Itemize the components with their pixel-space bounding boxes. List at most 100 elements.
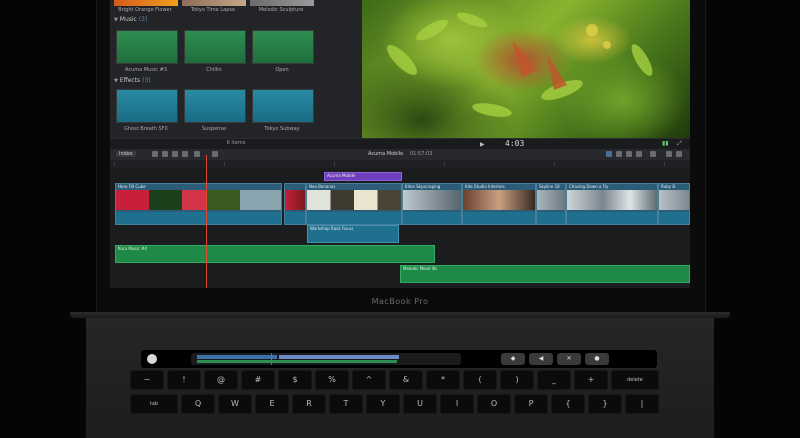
audio-track-1[interactable]: Kuru Music #4: [115, 245, 435, 263]
play-icon[interactable]: ▶: [480, 141, 485, 148]
clip-chasing[interactable]: Chasing Down a Fly: [566, 183, 658, 225]
top-thumb-2[interactable]: [182, 0, 246, 6]
music-label-2: Chillin: [206, 67, 222, 73]
key-num-12[interactable]: +: [574, 370, 608, 390]
connected-clip-label: Workshop Rack Focus: [310, 226, 354, 231]
clip-title: Neo Bananas: [309, 184, 336, 189]
key-num-8[interactable]: *: [426, 370, 460, 390]
touchbar-mute-icon[interactable]: ✕: [557, 353, 581, 365]
connected-title-clip[interactable]: Acuma Mobile: [324, 172, 402, 181]
section-music[interactable]: ▼ Music (3): [114, 16, 147, 23]
top-thumb-1[interactable]: [114, 0, 178, 6]
zoom-icon[interactable]: [650, 151, 656, 157]
clip-filmstrip: [463, 190, 535, 210]
clip-audio: [116, 212, 281, 224]
clip-hero[interactable]: Hero Fill Cube: [115, 183, 282, 225]
clip-short[interactable]: [284, 183, 306, 225]
section-effects-name: Effects: [119, 77, 141, 84]
touchbar-timeline-overview[interactable]: [191, 353, 461, 365]
disclosure-triangle-icon: ▼: [114, 17, 118, 23]
ruler-tick: |: [334, 161, 336, 166]
mini-playhead[interactable]: [271, 353, 272, 365]
key-alpha-4[interactable]: R: [292, 394, 326, 414]
select-tool-icon[interactable]: [212, 151, 218, 157]
key-num-2[interactable]: @: [204, 370, 238, 390]
music-thumb-2[interactable]: [184, 30, 246, 64]
insert-icon[interactable]: [172, 151, 178, 157]
clip-filmstrip: [307, 190, 401, 210]
key-num-7[interactable]: &: [389, 370, 423, 390]
key-alpha-10[interactable]: P: [514, 394, 548, 414]
key-alpha-1[interactable]: Q: [181, 394, 215, 414]
effects-thumb-2[interactable]: [184, 89, 246, 123]
index-button[interactable]: Index: [116, 151, 136, 157]
clip-filmstrip: [116, 190, 281, 210]
skimming-icon[interactable]: [606, 151, 612, 157]
touchbar-marker-icon[interactable]: ◆: [501, 353, 525, 365]
fullscreen-icon[interactable]: ⤢: [677, 140, 682, 148]
key-alpha-5[interactable]: T: [329, 394, 363, 414]
key-num-5[interactable]: %: [315, 370, 349, 390]
section-effects[interactable]: ▼ Effects (3): [114, 77, 151, 84]
music-thumb-3[interactable]: [252, 30, 314, 64]
key-alpha-9[interactable]: O: [477, 394, 511, 414]
ruler-tick: |: [664, 161, 666, 166]
video-viewer[interactable]: [362, 0, 690, 138]
touchbar-colorboard-icon[interactable]: ●: [585, 353, 609, 365]
audio-skimming-icon[interactable]: [616, 151, 622, 157]
clip-skyline[interactable]: Skyline 18: [536, 183, 566, 225]
solo-icon[interactable]: [626, 151, 632, 157]
key-num-9[interactable]: (: [463, 370, 497, 390]
key-num-13[interactable]: delete: [611, 370, 659, 390]
clip-title: Ruby B: [661, 184, 676, 189]
key-alpha-12[interactable]: }: [588, 394, 622, 414]
top-label-3: Melodic Sculpture: [258, 7, 304, 13]
effects-thumb-3[interactable]: [252, 89, 314, 123]
timeline-area[interactable]: Acuma Mobile Hero Fill Cube Neo Bananas …: [110, 168, 690, 288]
clip-title: Skyline 18: [539, 184, 560, 189]
timeline-ruler[interactable]: | | | | | |: [110, 160, 690, 168]
connected-clip-workshop[interactable]: Workshop Rack Focus: [307, 225, 399, 243]
audio-track-2[interactable]: Melodic Mood 4b: [400, 265, 690, 283]
key-alpha-13[interactable]: |: [625, 394, 659, 414]
key-num-3[interactable]: #: [241, 370, 275, 390]
clip-kite-studio[interactable]: Kite Studio Interiors: [462, 183, 536, 225]
key-alpha-2[interactable]: W: [218, 394, 252, 414]
key-num-11[interactable]: _: [537, 370, 571, 390]
clip-bananas[interactable]: Neo Bananas: [306, 183, 402, 225]
key-num-10[interactable]: ): [500, 370, 534, 390]
section-music-count: (3): [138, 16, 148, 23]
touchbar-close-icon[interactable]: [147, 354, 157, 364]
key-alpha-3[interactable]: E: [255, 394, 289, 414]
key-alpha-11[interactable]: {: [551, 394, 585, 414]
music-thumb-1[interactable]: [116, 30, 178, 64]
top-thumb-3[interactable]: [250, 0, 314, 6]
key-num-6[interactable]: ^: [352, 370, 386, 390]
clip-audio: [537, 212, 565, 224]
key-alpha-6[interactable]: Y: [366, 394, 400, 414]
connect-icon[interactable]: [162, 151, 168, 157]
touchbar-volume-icon[interactable]: ◀: [529, 353, 553, 365]
effects-browser-icon[interactable]: [666, 151, 672, 157]
append-icon[interactable]: [182, 151, 188, 157]
project-duration: 01:57:03: [410, 151, 433, 157]
playhead[interactable]: [206, 155, 207, 288]
clip-kites[interactable]: Kites Skyscraping: [402, 183, 462, 225]
section-effects-count: (3): [142, 77, 151, 84]
transitions-browser-icon[interactable]: [676, 151, 682, 157]
key-num-1[interactable]: !: [167, 370, 201, 390]
key-alpha-8[interactable]: I: [440, 394, 474, 414]
effects-label-1: Ghost Breath SFX: [124, 126, 168, 132]
key-num-4[interactable]: $: [278, 370, 312, 390]
clip-appearance-icon[interactable]: [152, 151, 158, 157]
snapping-icon[interactable]: [636, 151, 642, 157]
key-alpha-0[interactable]: tab: [130, 394, 178, 414]
audio-track-1-label: Kuru Music #4: [118, 246, 147, 251]
top-label-2: Tokyo Time Lapse: [190, 7, 236, 13]
item-count: 6 items: [226, 140, 246, 146]
clip-ruby[interactable]: Ruby B: [658, 183, 690, 225]
effects-thumb-1[interactable]: [116, 89, 178, 123]
overwrite-icon[interactable]: [194, 151, 200, 157]
key-alpha-7[interactable]: U: [403, 394, 437, 414]
key-num-0[interactable]: ~: [130, 370, 164, 390]
